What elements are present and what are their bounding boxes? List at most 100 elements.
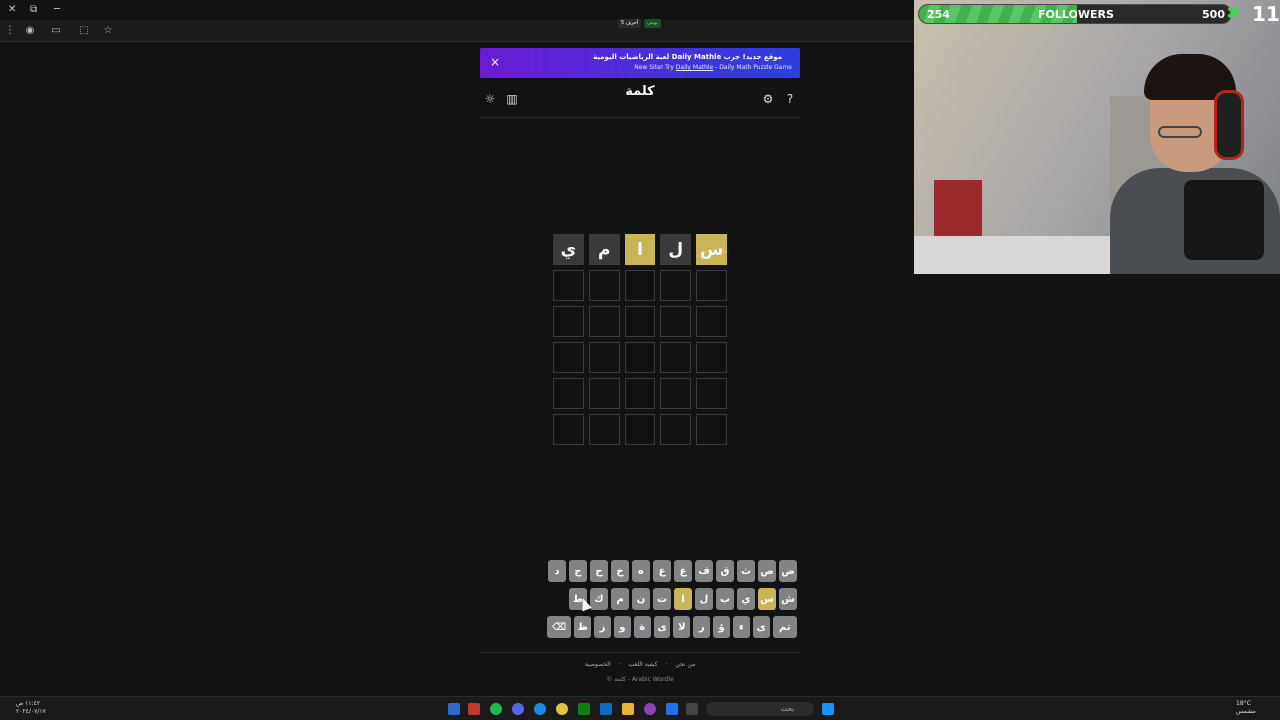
board-tile <box>588 414 620 445</box>
keyboard-key[interactable]: ا <box>674 588 692 610</box>
app-icon[interactable] <box>468 703 480 715</box>
close-banner-button[interactable]: × <box>490 55 500 69</box>
banner-line-arabic: موقع جديد! جرب Daily Mathle لعبة الرياضي… <box>593 53 782 61</box>
daily-mathle-link[interactable]: Daily Mathle <box>676 64 713 71</box>
keyboard-key[interactable]: و <box>613 616 631 638</box>
board-row <box>553 270 727 301</box>
keyboard-key[interactable]: ظ <box>574 616 592 638</box>
stream-counter: 11 <box>1252 2 1280 26</box>
keyboard-key[interactable]: ء <box>733 616 750 638</box>
game-title: كلمة <box>625 84 655 99</box>
keyboard-key[interactable]: لا <box>673 616 691 638</box>
followers-label: FOLLOWERS <box>1038 8 1114 21</box>
keyboard-key[interactable]: ب <box>716 588 734 610</box>
board-tile <box>660 342 692 373</box>
game-board: سلامي <box>553 234 727 450</box>
keyboard-key[interactable]: ع <box>653 560 671 582</box>
keyboard-key[interactable]: ن <box>632 588 650 610</box>
keyboard-key[interactable]: خ <box>611 560 629 582</box>
keyboard-key[interactable]: ث <box>737 560 755 582</box>
keyboard-key[interactable]: ح <box>590 560 608 582</box>
reader-icon[interactable]: ▭ <box>50 25 62 37</box>
board-tile <box>588 306 620 337</box>
windows-start-icon[interactable] <box>822 703 834 715</box>
keyboard-key[interactable]: ت <box>653 588 671 610</box>
board-tile <box>624 270 656 301</box>
folder-icon[interactable] <box>622 703 634 715</box>
keyboard-key[interactable]: ة <box>633 616 651 638</box>
board-tile <box>660 270 692 301</box>
footer-link-privacy[interactable]: الخصوصية <box>585 661 611 668</box>
board-tile <box>553 306 584 337</box>
footer-links: من نحن·كيفية اللعب·الخصوصية <box>480 652 800 668</box>
board-game-box <box>934 180 982 242</box>
keyboard-key[interactable]: ز <box>594 616 611 638</box>
share-icon[interactable]: ⬚ <box>78 25 90 37</box>
board-tile: ل <box>660 234 692 265</box>
settings-icon[interactable]: ⚙ <box>761 92 775 106</box>
streamer-glasses <box>1158 126 1202 138</box>
banner-prefix: New Site! Try <box>634 64 676 71</box>
keyboard-key[interactable]: م <box>611 588 629 610</box>
edge-icon[interactable] <box>534 703 546 715</box>
keyboard-key[interactable]: ج <box>569 560 587 582</box>
keyboard-key[interactable]: د <box>548 560 566 582</box>
footer-link-how-to-play[interactable]: كيفية اللعب <box>629 661 658 668</box>
keyboard-key[interactable]: ق <box>716 560 734 582</box>
game-header: ☼ ▥ كلمة ⚙ ? <box>480 82 800 118</box>
board-tile: ي <box>553 234 584 265</box>
keyboard-key[interactable]: ف <box>695 560 713 582</box>
keyboard-key[interactable]: ؤ <box>713 616 730 638</box>
promo-banner[interactable]: × موقع جديد! جرب Daily Mathle لعبة الريا… <box>480 48 800 78</box>
taskbar-date: ٢٠٢٤/٠٧/١٧ <box>16 708 46 715</box>
discord-icon[interactable] <box>512 703 524 715</box>
weather-desc: مشمس <box>1236 708 1256 715</box>
terminal-icon[interactable] <box>686 703 698 715</box>
board-tile <box>660 414 692 445</box>
keyboard-key[interactable]: ك <box>590 588 608 610</box>
browser-toolbar: ⋮ ◉ ▭ ⬚ ☆ <box>0 20 914 42</box>
keyboard-key[interactable]: ي <box>737 588 755 610</box>
taskbar-search[interactable]: بحث <box>706 702 814 716</box>
chrome-icon[interactable] <box>556 703 568 715</box>
copilot-icon[interactable] <box>644 703 656 715</box>
bookmark-star-icon[interactable]: ☆ <box>102 25 114 37</box>
taskbar-weather[interactable]: 18°C مشمس <box>1236 700 1256 716</box>
steam-icon[interactable] <box>448 703 460 715</box>
enter-key[interactable]: تم <box>772 616 797 638</box>
backspace-key[interactable]: ⌫ <box>546 616 572 638</box>
extension-icon[interactable]: ◉ <box>24 25 36 37</box>
keyboard-key[interactable]: س <box>758 588 776 610</box>
board-tile: س <box>696 234 727 265</box>
keyboard-key[interactable]: ر <box>693 616 711 638</box>
close-window-icon[interactable]: ✕ <box>8 4 16 15</box>
keyboard-key[interactable]: ش <box>779 588 797 610</box>
board-tile <box>588 378 620 409</box>
board-tile <box>553 270 584 301</box>
keyboard-key[interactable]: ى <box>653 616 671 638</box>
store-icon[interactable] <box>600 703 612 715</box>
board-row: سلامي <box>553 234 727 265</box>
board-tile <box>696 306 727 337</box>
taskbar: ١١:٤٢ ص ٢٠٢٤/٠٧/١٧ بحث 18°C مشمس <box>0 696 1280 720</box>
board-tile <box>696 342 727 373</box>
help-icon[interactable]: ? <box>783 92 797 106</box>
browser-icon[interactable] <box>666 703 678 715</box>
banner-line-english: New Site! Try Daily Mathle - Daily Math … <box>634 64 792 71</box>
keyboard-key[interactable]: ض <box>779 560 797 582</box>
footer-link-about[interactable]: من نحن <box>675 661 695 668</box>
keyboard-key[interactable]: ل <box>695 588 713 610</box>
keyboard-key[interactable]: ص <box>758 560 776 582</box>
board-tile <box>660 306 692 337</box>
spotify-icon[interactable] <box>490 703 502 715</box>
menu-dots-icon[interactable]: ⋮ <box>4 25 16 37</box>
taskbar-clock[interactable]: ١١:٤٢ ص ٢٠٢٤/٠٧/١٧ <box>16 700 46 716</box>
keyboard-key[interactable]: ى <box>752 616 770 638</box>
keyboard-key[interactable]: ه <box>632 560 650 582</box>
keyboard-key[interactable]: غ <box>674 560 692 582</box>
board-tile <box>660 378 692 409</box>
minimize-window-icon[interactable]: ─ <box>54 4 60 15</box>
restore-window-icon[interactable]: ⧉ <box>30 4 37 15</box>
xbox-icon[interactable] <box>578 703 590 715</box>
board-tile: م <box>588 234 620 265</box>
